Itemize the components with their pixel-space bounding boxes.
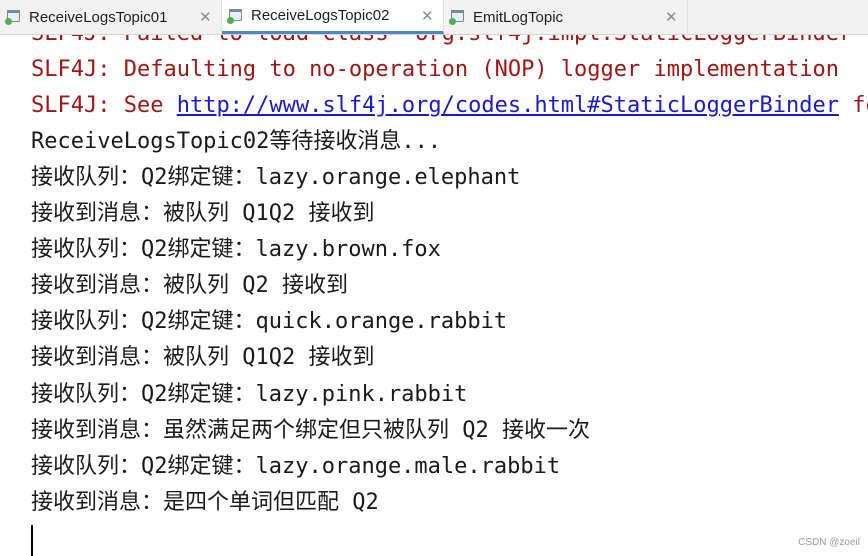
console-line: 接收队列：Q2绑定键：lazy.pink.rabbit	[31, 382, 468, 407]
run-config-icon	[5, 9, 22, 25]
console-line: ReceiveLogsTopic02等待接收消息...	[31, 129, 442, 154]
console-line: 接收到消息：被队列 Q2 接收到	[31, 273, 348, 298]
run-config-icon	[227, 8, 244, 24]
console-line-suffix: for further details.	[852, 93, 868, 118]
console-line: 接收队列：Q2绑定键：lazy.orange.elephant	[31, 165, 521, 190]
console-line: 接收到消息：虽然满足两个绑定但只被队列 Q2 接收一次	[31, 418, 590, 443]
ide-window: ReceiveLogsTopic01 ✕ ReceiveLogsTopic02 …	[0, 0, 868, 556]
tab-receive-logs-topic-01[interactable]: ReceiveLogsTopic01 ✕	[0, 0, 222, 34]
console-line: 接收队列：Q2绑定键：quick.orange.rabbit	[31, 309, 508, 334]
console-line: 接收到消息：被队列 Q1Q2 接收到	[31, 201, 375, 226]
close-icon[interactable]: ✕	[199, 8, 212, 26]
tab-emit-log-topic[interactable]: EmitLogTopic ✕	[444, 0, 688, 34]
text-caret	[31, 525, 33, 556]
console-line: 接收队列：Q2绑定键：lazy.brown.fox	[31, 237, 441, 262]
tab-label: ReceiveLogsTopic01	[29, 8, 168, 26]
tab-label: ReceiveLogsTopic02	[251, 7, 390, 24]
console-line: 接收到消息：是四个单词但匹配 Q2	[31, 490, 379, 515]
console-line-error: SLF4J: Defaulting to no-operation (NOP) …	[31, 57, 839, 82]
close-icon[interactable]: ✕	[421, 7, 434, 25]
editor-tab-bar: ReceiveLogsTopic01 ✕ ReceiveLogsTopic02 …	[0, 0, 868, 35]
slf4j-docs-link[interactable]: http://www.slf4j.org/codes.html#StaticLo…	[177, 93, 839, 118]
console-line-error: SLF4J: See http://www.slf4j.org/codes.ht…	[31, 88, 868, 124]
tab-receive-logs-topic-02[interactable]: ReceiveLogsTopic02 ✕	[222, 0, 444, 34]
tab-bar-empty-area	[688, 0, 868, 34]
run-config-icon	[449, 9, 466, 25]
console-line-prefix: SLF4J: See	[31, 93, 177, 118]
close-icon[interactable]: ✕	[665, 8, 678, 26]
console-line: 接收到消息：被队列 Q1Q2 接收到	[31, 345, 375, 370]
console-output[interactable]: SLF4J: Failed to load class "org.slf4j.i…	[0, 0, 868, 556]
console-line: 接收队列：Q2绑定键：lazy.orange.male.rabbit	[31, 454, 561, 479]
tab-label: EmitLogTopic	[473, 8, 564, 26]
watermark: CSDN @zoeil	[798, 537, 860, 548]
